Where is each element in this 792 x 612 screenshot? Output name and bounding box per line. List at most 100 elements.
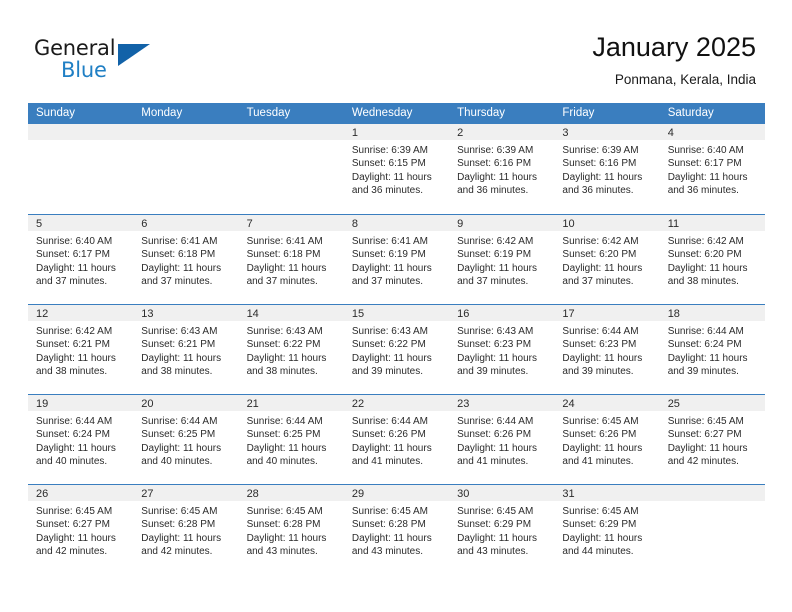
calendar-day-cell[interactable]: 6 Sunrise: 6:41 AM Sunset: 6:18 PM Daylight… [133, 215, 239, 304]
sunrise-time: Sunrise: 6:45 AM [141, 506, 218, 517]
sunset-time: Sunset: 6:19 PM [457, 249, 532, 261]
calendar-day-cell[interactable]: 22 Sunrise: 6:44 AM Sunset: 6:26 PM Dayligh… [343, 395, 450, 484]
sunset-time: Sunset: 6:17 PM [36, 249, 110, 261]
calendar-day-cell[interactable]: 14 Sunrise: 6:43 AM Sunset: 6:22 PM Dayligh… [238, 305, 344, 394]
calendar-day-cell[interactable]: 1 Sunrise: 6:39 AM Sunset: 6:15 PM Daylight… [343, 124, 450, 214]
calendar-day-cell[interactable]: 21 Sunrise: 6:44 AM Sunset: 6:25 PM Dayligh… [238, 395, 344, 484]
daylight-duration-line2: and 36 minutes. [457, 185, 529, 197]
calendar-day-cell[interactable]: 8 Sunrise: 6:41 AM Sunset: 6:19 PM Daylight… [343, 215, 450, 304]
daylight-duration-line1: Daylight: 11 hours [141, 262, 222, 274]
daylight-duration-line1: Daylight: 11 hours [246, 352, 327, 364]
calendar-day-cell[interactable]: 4 Sunrise: 6:40 AM Sunset: 6:17 PM Daylight… [659, 124, 765, 214]
calendar-day-cell[interactable]: 15 Sunrise: 6:43 AM Sunset: 6:22 PM Dayligh… [343, 305, 450, 394]
daylight-duration-line2: and 41 minutes. [351, 456, 424, 468]
sunset-time: Sunset: 6:19 PM [351, 249, 426, 261]
calendar-day-cell[interactable]: 13 Sunrise: 6:43 AM Sunset: 6:21 PM Dayligh… [133, 305, 239, 394]
calendar-day-cell[interactable]: 31 Sunrise: 6:45 AM Sunset: 6:29 PM Dayligh… [554, 485, 660, 574]
sunrise-time: Sunrise: 6:43 AM [457, 326, 534, 337]
calendar-day-cell[interactable]: 26 Sunrise: 6:45 AM Sunset: 6:27 PM Dayligh… [28, 485, 134, 574]
sunset-time: Sunset: 6:16 PM [562, 158, 637, 170]
weekday-header-tuesday: Tuesday [246, 107, 291, 119]
sunrise-time: Sunrise: 6:45 AM [562, 416, 639, 427]
calendar-week-row: 1 Sunrise: 6:39 AM Sunset: 6:15 PM Daylight… [28, 124, 765, 214]
calendar-day-cell[interactable]: 20 Sunrise: 6:44 AM Sunset: 6:25 PM Dayligh… [133, 395, 239, 484]
calendar-day-cell[interactable]: 23 Sunrise: 6:44 AM Sunset: 6:26 PM Dayligh… [449, 395, 555, 484]
calendar-day-cell[interactable]: 25 Sunrise: 6:45 AM Sunset: 6:27 PM Dayligh… [659, 395, 765, 484]
calendar-day-cell[interactable]: 9 Sunrise: 6:42 AM Sunset: 6:19 PM Daylight… [449, 215, 555, 304]
daylight-duration-line1: Daylight: 11 hours [667, 352, 748, 364]
weekday-header-friday: Friday [562, 107, 595, 119]
day-number: 17 [554, 305, 660, 321]
sunrise-time: Sunrise: 6:44 AM [562, 326, 639, 337]
daylight-duration-line2: and 40 minutes. [246, 456, 318, 468]
sunset-time: Sunset: 6:20 PM [667, 249, 742, 261]
calendar-day-cell[interactable]: 3 Sunrise: 6:39 AM Sunset: 6:16 PM Daylight… [554, 124, 660, 214]
sunrise-time: Sunrise: 6:43 AM [351, 326, 428, 337]
sunrise-time: Sunrise: 6:42 AM [457, 236, 534, 247]
title-block: January 2025 Ponmana, Kerala, India [592, 30, 756, 90]
daylight-duration-line1: Daylight: 11 hours [351, 171, 432, 183]
calendar-day-cell[interactable]: 30 Sunrise: 6:45 AM Sunset: 6:29 PM Dayligh… [449, 485, 555, 574]
sunset-time: Sunset: 6:26 PM [351, 429, 426, 441]
day-details: Sunrise: 6:44 AM Sunset: 6:26 PM Daylight:… [344, 411, 449, 469]
weekday-header-sunday: Sunday [36, 107, 76, 119]
daylight-duration-line1: Daylight: 11 hours [562, 262, 643, 274]
daylight-duration-line2: and 37 minutes. [36, 276, 108, 288]
daylight-duration-line2: and 37 minutes. [457, 276, 529, 288]
calendar-day-cell[interactable]: 16 Sunrise: 6:43 AM Sunset: 6:23 PM Dayligh… [449, 305, 555, 394]
calendar-day-cell[interactable]: 18 Sunrise: 6:44 AM Sunset: 6:24 PM Dayligh… [659, 305, 765, 394]
day-number: 31 [554, 485, 660, 501]
calendar-weeks: 1 Sunrise: 6:39 AM Sunset: 6:15 PM Daylight… [28, 124, 765, 574]
daylight-duration-line2: and 40 minutes. [36, 456, 108, 468]
day-number: 12 [28, 305, 134, 321]
calendar-day-cell[interactable]: 17 Sunrise: 6:44 AM Sunset: 6:23 PM Dayligh… [554, 305, 660, 394]
daylight-duration-line2: and 38 minutes. [36, 366, 108, 378]
day-number: 4 [659, 124, 765, 140]
daylight-duration-line1: Daylight: 11 hours [351, 442, 432, 454]
calendar-day-cell[interactable]: 29 Sunrise: 6:45 AM Sunset: 6:28 PM Dayligh… [343, 485, 450, 574]
day-details: Sunrise: 6:45 AM Sunset: 6:26 PM Daylight:… [554, 411, 659, 469]
daylight-duration-line2: and 36 minutes. [667, 185, 739, 197]
daylight-duration-line1: Daylight: 11 hours [141, 352, 222, 364]
day-details: Sunrise: 6:45 AM Sunset: 6:27 PM Daylight:… [660, 411, 765, 469]
day-details: Sunrise: 6:43 AM Sunset: 6:22 PM Daylight:… [239, 321, 344, 379]
daylight-duration-line1: Daylight: 11 hours [562, 532, 643, 544]
calendar-day-cell[interactable]: 27 Sunrise: 6:45 AM Sunset: 6:28 PM Dayligh… [133, 485, 239, 574]
calendar-day-cell[interactable]: 24 Sunrise: 6:45 AM Sunset: 6:26 PM Dayligh… [554, 395, 660, 484]
day-number: 14 [238, 305, 344, 321]
sunset-time: Sunset: 6:27 PM [36, 519, 110, 531]
weekday-header-saturday: Saturday [667, 107, 714, 119]
day-details: Sunrise: 6:45 AM Sunset: 6:27 PM Daylight:… [28, 501, 133, 559]
calendar-day-cell[interactable]: 19 Sunrise: 6:44 AM Sunset: 6:24 PM Dayligh… [28, 395, 134, 484]
calendar-grid: Sunday Monday Tuesday Wednesday Thursday… [28, 103, 765, 574]
general-blue-logo[interactable]: General Blue [34, 36, 164, 88]
daylight-duration-line2: and 42 minutes. [36, 546, 108, 558]
daylight-duration-line2: and 37 minutes. [351, 276, 424, 288]
daylight-duration-line1: Daylight: 11 hours [562, 442, 643, 454]
daylight-duration-line2: and 43 minutes. [246, 546, 318, 558]
day-details: Sunrise: 6:44 AM Sunset: 6:25 PM Daylight:… [133, 411, 238, 469]
day-number [133, 124, 239, 140]
calendar-day-cell[interactable]: 12 Sunrise: 6:42 AM Sunset: 6:21 PM Dayligh… [28, 305, 134, 394]
calendar-day-cell[interactable]: 10 Sunrise: 6:42 AM Sunset: 6:20 PM Dayligh… [554, 215, 660, 304]
daylight-duration-line1: Daylight: 11 hours [351, 352, 432, 364]
calendar-day-cell[interactable]: 11 Sunrise: 6:42 AM Sunset: 6:20 PM Dayligh… [659, 215, 765, 304]
day-number: 26 [28, 485, 134, 501]
page-title: January 2025 [592, 32, 756, 62]
daylight-duration-line1: Daylight: 11 hours [36, 352, 116, 364]
day-details: Sunrise: 6:43 AM Sunset: 6:22 PM Daylight:… [344, 321, 449, 379]
calendar-week-row: 19 Sunrise: 6:44 AM Sunset: 6:24 PM Dayligh… [28, 394, 765, 484]
sunset-time: Sunset: 6:21 PM [141, 339, 216, 351]
daylight-duration-line1: Daylight: 11 hours [667, 442, 748, 454]
day-number: 1 [343, 124, 450, 140]
calendar-day-cell[interactable]: 5 Sunrise: 6:40 AM Sunset: 6:17 PM Daylight… [28, 215, 134, 304]
sunset-time: Sunset: 6:27 PM [667, 429, 742, 441]
day-number: 10 [554, 215, 660, 231]
calendar-day-cell[interactable]: 2 Sunrise: 6:39 AM Sunset: 6:16 PM Daylight… [449, 124, 555, 214]
calendar-day-cell[interactable]: 28 Sunrise: 6:45 AM Sunset: 6:28 PM Dayligh… [238, 485, 344, 574]
daylight-duration-line1: Daylight: 11 hours [562, 171, 643, 183]
daylight-duration-line2: and 39 minutes. [351, 366, 424, 378]
calendar-day-cell[interactable]: 7 Sunrise: 6:41 AM Sunset: 6:18 PM Daylight… [238, 215, 344, 304]
sunrise-time: Sunrise: 6:44 AM [351, 416, 428, 427]
day-details: Sunrise: 6:41 AM Sunset: 6:19 PM Daylight:… [344, 231, 449, 289]
